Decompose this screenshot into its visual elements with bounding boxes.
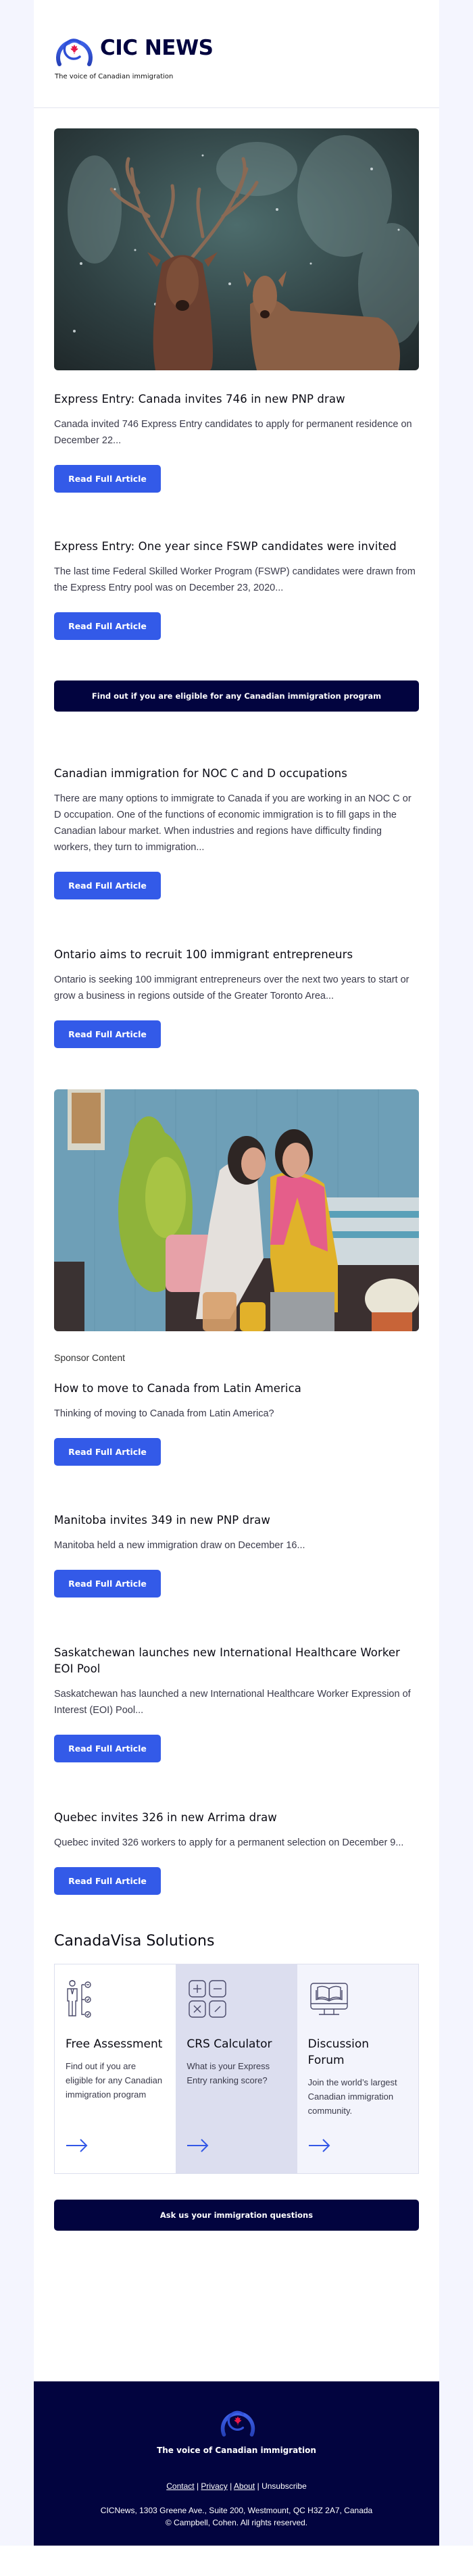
card-title: Discussion Forum bbox=[307, 2037, 370, 2067]
article-item: Express Entry: Canada invites 746 in new… bbox=[34, 108, 439, 493]
footer-link-privacy[interactable]: Privacy bbox=[201, 2481, 227, 2491]
footer: The voice of Canadian immigration Contac… bbox=[34, 2381, 439, 2546]
article-image-deer[interactable] bbox=[54, 128, 419, 370]
link-separator: | bbox=[257, 2481, 259, 2491]
sponsor-content-label: Sponsor Content bbox=[54, 1352, 126, 1363]
page-background: CIC NEWS The voice of Canadian immigrati… bbox=[0, 0, 473, 2546]
solutions-cards: Free Assessment Find out if you are elig… bbox=[54, 1964, 419, 2174]
solution-card-crs-calculator[interactable]: CRS Calculator What is your Express Entr… bbox=[176, 1964, 297, 2173]
footer-copyright: © Campbell, Cohen. All rights reserved. bbox=[165, 2518, 308, 2527]
assessment-checklist-icon bbox=[67, 1980, 91, 2018]
article-item: Canadian immigration for NOC C and D occ… bbox=[34, 712, 439, 899]
footer-tagline: The voice of Canadian immigration bbox=[157, 2446, 316, 2455]
read-full-article-button[interactable]: Read Full Article bbox=[54, 1438, 161, 1466]
read-full-article-button[interactable]: Read Full Article bbox=[54, 1020, 161, 1048]
article-description: Ontario is seeking 100 immigrant entrepr… bbox=[54, 974, 409, 1001]
article-title[interactable]: Ontario aims to recruit 100 immigrant en… bbox=[54, 947, 419, 963]
link-separator: | bbox=[230, 2481, 232, 2491]
footer-address: CICNews, 1303 Greene Ave., Suite 200, We… bbox=[100, 2506, 373, 2515]
cic-logo-mark-icon[interactable] bbox=[219, 2402, 257, 2437]
footer-links: Contact | Privacy | About | Unsubscribe bbox=[34, 2481, 439, 2491]
link-separator: | bbox=[196, 2481, 199, 2491]
card-description: What is your Express Entry ranking score… bbox=[186, 2061, 270, 2085]
arrow-right-icon[interactable] bbox=[308, 2137, 331, 2154]
footer-address-block: CICNews, 1303 Greene Ave., Suite 200, We… bbox=[34, 2504, 439, 2529]
article-title[interactable]: How to move to Canada from Latin America bbox=[54, 1381, 419, 1397]
card-title: CRS Calculator bbox=[186, 2037, 272, 2051]
article-description: There are many options to immigrate to C… bbox=[54, 793, 412, 853]
read-full-article-button[interactable]: Read Full Article bbox=[54, 465, 161, 493]
article-title[interactable]: Manitoba invites 349 in new PNP draw bbox=[54, 1512, 419, 1529]
read-full-article-button[interactable]: Read Full Article bbox=[54, 1570, 161, 1597]
card-description: Find out if you are eligible for any Can… bbox=[66, 2061, 163, 2100]
article-title[interactable]: Express Entry: One year since FSWP candi… bbox=[54, 539, 419, 555]
article-description: Saskatchewan has launched a new Internat… bbox=[54, 1689, 411, 1716]
forum-book-monitor-icon bbox=[309, 1983, 348, 2015]
solution-card-free-assessment[interactable]: Free Assessment Find out if you are elig… bbox=[55, 1964, 176, 2173]
brand-name: CIC NEWS bbox=[100, 35, 214, 60]
card-description: Join the world’s largest Canadian immigr… bbox=[307, 2077, 397, 2116]
article-title[interactable]: Quebec invites 326 in new Arrima draw bbox=[54, 1810, 419, 1826]
article-item: Quebec invites 326 in new Arrima draw Qu… bbox=[34, 1762, 439, 1895]
article-description: Quebec invited 326 workers to apply for … bbox=[54, 1837, 404, 1848]
article-title[interactable]: Express Entry: Canada invites 746 in new… bbox=[54, 391, 419, 407]
arrow-right-icon[interactable] bbox=[186, 2137, 209, 2154]
arrow-right-icon[interactable] bbox=[66, 2137, 89, 2154]
read-full-article-button[interactable]: Read Full Article bbox=[54, 1867, 161, 1895]
footer-link-contact[interactable]: Contact bbox=[166, 2481, 194, 2491]
women-patio-image bbox=[54, 1089, 419, 1331]
logo[interactable]: CIC NEWS bbox=[54, 29, 214, 66]
deer-image bbox=[54, 128, 419, 370]
article-title[interactable]: Saskatchewan launches new International … bbox=[54, 1645, 419, 1677]
tagline: The voice of Canadian immigration bbox=[55, 73, 174, 80]
card-title: Free Assessment bbox=[66, 2037, 163, 2051]
solution-card-discussion-forum[interactable]: Discussion Forum Join the world’s larges… bbox=[297, 1964, 418, 2173]
article-description: The last time Federal Skilled Worker Pro… bbox=[54, 566, 416, 593]
read-full-article-button[interactable]: Read Full Article bbox=[54, 1735, 161, 1762]
eligibility-cta-button[interactable]: Find out if you are eligible for any Can… bbox=[54, 680, 419, 712]
read-full-article-button[interactable]: Read Full Article bbox=[54, 872, 161, 899]
footer-link-unsubscribe[interactable]: Unsubscribe bbox=[262, 2481, 307, 2491]
article-item: Saskatchewan launches new International … bbox=[34, 1597, 439, 1762]
article-item-sponsored: Sponsor Content How to move to Canada fr… bbox=[34, 1048, 439, 1466]
read-full-article-button[interactable]: Read Full Article bbox=[54, 612, 161, 640]
article-title[interactable]: Canadian immigration for NOC C and D occ… bbox=[54, 766, 419, 782]
article-description: Canada invited 746 Express Entry candida… bbox=[54, 419, 412, 446]
article-item: Manitoba invites 349 in new PNP draw Man… bbox=[34, 1466, 439, 1597]
article-item: Express Entry: One year since FSWP candi… bbox=[34, 493, 439, 640]
newsletter-container: CIC NEWS The voice of Canadian immigrati… bbox=[34, 0, 439, 2501]
header: CIC NEWS The voice of Canadian immigrati… bbox=[34, 0, 439, 108]
cic-logo-icon bbox=[56, 39, 93, 66]
calculator-icon bbox=[189, 1980, 227, 2018]
article-item: Ontario aims to recruit 100 immigrant en… bbox=[34, 899, 439, 1048]
article-description: Manitoba held a new immigration draw on … bbox=[54, 1540, 305, 1551]
solutions-section-title: CanadaVisa Solutions bbox=[54, 1933, 215, 1950]
ask-questions-cta-button[interactable]: Ask us your immigration questions bbox=[54, 2200, 419, 2231]
article-image-women[interactable] bbox=[54, 1089, 419, 1331]
footer-link-about[interactable]: About bbox=[234, 2481, 255, 2491]
article-description: Thinking of moving to Canada from Latin … bbox=[54, 1408, 274, 1419]
